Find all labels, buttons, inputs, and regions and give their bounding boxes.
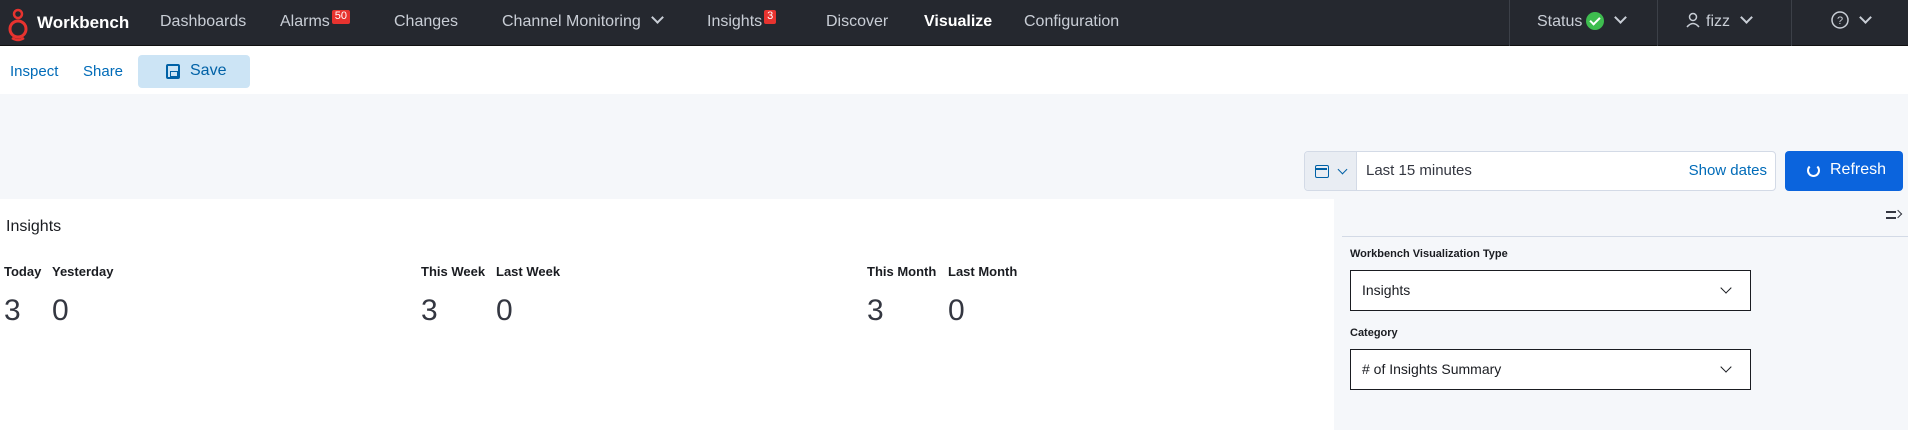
share-link[interactable]: Share [83, 63, 123, 80]
chevron-down-icon [1720, 282, 1732, 294]
chevron-down-icon [1720, 361, 1732, 373]
date-picker[interactable]: Last 15 minutes Show dates [1304, 151, 1776, 191]
nav-alarms-label: Alarms [280, 13, 330, 30]
refresh-button[interactable]: Refresh [1785, 151, 1903, 191]
save-label: Save [190, 62, 227, 79]
nav-discover[interactable]: Discover [826, 0, 888, 46]
top-nav: Workbench Dashboards Alarms 50 Changes Ch… [0, 0, 1908, 46]
nav-discover-label: Discover [826, 13, 889, 30]
nav-insights[interactable]: Insights 3 [707, 0, 777, 46]
nav-channel-monitoring-label: Channel Monitoring [502, 13, 641, 30]
show-dates-link[interactable]: Show dates [1689, 162, 1767, 179]
user-icon [1686, 12, 1700, 28]
nav-insights-label: Insights [707, 13, 763, 30]
chevron-down-icon [1337, 164, 1348, 175]
insights-count-badge: 3 [764, 10, 777, 24]
svg-text:?: ? [1837, 15, 1843, 27]
editor-sidebar: Workbench Visualization Type Insights Ca… [1334, 199, 1908, 430]
time-range[interactable]: Last 15 minutes [1366, 162, 1472, 179]
user-name: fizz [1706, 13, 1730, 30]
help-icon: ? [1831, 11, 1849, 29]
inspect-link[interactable]: Inspect [10, 63, 58, 80]
chevron-down-icon [1614, 11, 1628, 24]
nav-visualize-label: Visualize [924, 13, 993, 30]
metric-label-this-month: This Month [867, 264, 937, 279]
nav-channel-monitoring[interactable]: Channel Monitoring [502, 0, 664, 46]
metric-label-yesterday: Yesterday [52, 264, 114, 279]
nav-visualize[interactable]: Visualize [924, 0, 992, 46]
status-menu[interactable]: Status [1537, 0, 1628, 46]
chevron-down-icon [650, 11, 664, 24]
category-label: Category [1350, 327, 1398, 339]
divider [1509, 0, 1510, 46]
help-menu[interactable]: ? [1831, 0, 1872, 46]
metric-label-this-week: This Week [421, 264, 486, 279]
metric-label-today: Today [4, 264, 42, 279]
calendar-icon [1315, 165, 1329, 178]
viz-type-label: Workbench Visualization Type [1350, 248, 1508, 260]
nav-dashboards-label: Dashboards [160, 13, 247, 30]
nav-alarms[interactable]: Alarms 50 [280, 0, 351, 46]
category-value: # of Insights Summary [1362, 361, 1502, 377]
brand-name: Workbench [37, 13, 130, 32]
metric-value-this-month: 3 [867, 294, 884, 327]
chevron-down-icon [1859, 11, 1872, 24]
brand[interactable]: Workbench [4, 0, 129, 46]
viz-type-value: Insights [1362, 282, 1411, 298]
metric-value-yesterday: 0 [52, 294, 69, 327]
metric-label-last-month: Last Month [948, 264, 1018, 279]
nav-configuration[interactable]: Configuration [1024, 0, 1119, 46]
user-menu[interactable]: fizz [1686, 0, 1753, 46]
metric-value-this-week: 3 [421, 294, 438, 327]
collapse-sidebar-icon[interactable] [1886, 209, 1903, 221]
top-menu-bar [0, 46, 1908, 94]
nav-configuration-label: Configuration [1024, 13, 1120, 30]
metric-value-today: 3 [4, 294, 21, 327]
viz-type-select[interactable]: Insights [1350, 270, 1751, 311]
nav-changes[interactable]: Changes [394, 0, 458, 46]
refresh-label: Refresh [1830, 161, 1887, 178]
panel-title: Insights [6, 218, 62, 235]
save-icon [166, 64, 180, 79]
status-ok-icon [1586, 11, 1605, 30]
genesys-logo-icon [8, 8, 28, 42]
nav-changes-label: Changes [394, 13, 459, 30]
status-label: Status [1537, 13, 1583, 30]
quick-select-button[interactable] [1305, 152, 1357, 190]
metric-label-last-week: Last Week [496, 264, 561, 279]
divider [1657, 0, 1658, 46]
metric-value-last-month: 0 [948, 294, 965, 327]
refresh-icon [1807, 164, 1820, 177]
divider [1791, 0, 1792, 46]
metric-value-last-week: 0 [496, 294, 513, 327]
chevron-down-icon [1740, 11, 1753, 24]
category-select[interactable]: # of Insights Summary [1350, 349, 1751, 390]
divider [1342, 236, 1908, 237]
save-button[interactable]: Save [138, 55, 250, 88]
alarms-count-badge: 50 [331, 10, 351, 24]
nav-dashboards[interactable]: Dashboards [160, 0, 246, 46]
